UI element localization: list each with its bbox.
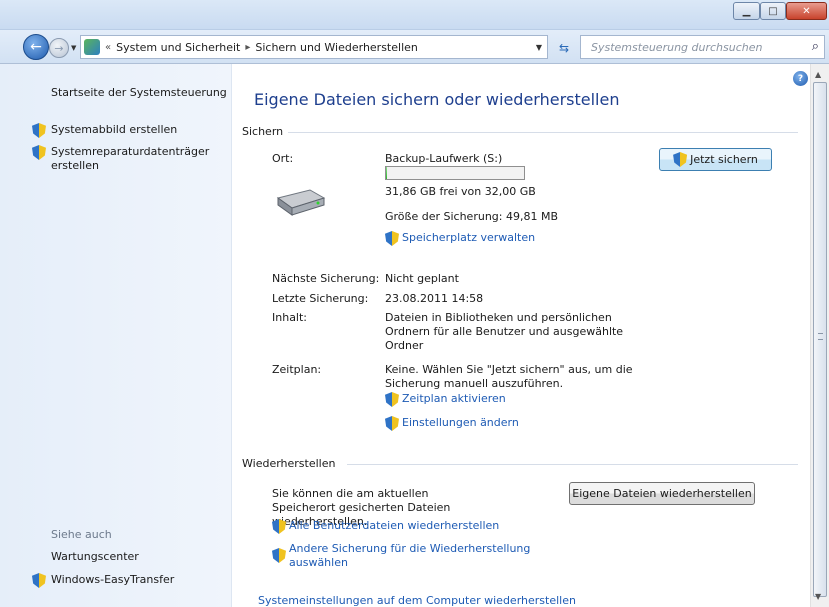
enable-schedule-link[interactable]: Zeitplan aktivieren [385, 392, 506, 407]
navigation-bar: ← → ▼ « System und Sicherheit ▸ Sichern … [0, 30, 829, 64]
shield-icon [385, 416, 399, 431]
breadcrumb-overflow[interactable]: « [105, 42, 111, 53]
shield-icon [272, 519, 286, 534]
search-icon[interactable]: ⌕ [812, 39, 819, 54]
sidebar-item-easy-transfer[interactable]: Windows-EasyTransfer [51, 573, 174, 587]
forward-button[interactable]: → [49, 38, 69, 58]
history-dropdown-icon[interactable]: ▼ [71, 44, 76, 52]
control-panel-icon [84, 39, 100, 55]
maximize-button[interactable]: □ [760, 2, 786, 20]
search-placeholder: Systemsteuerung durchsuchen [591, 40, 763, 54]
shield-icon [385, 231, 399, 246]
scrollbar-thumb[interactable] [813, 82, 827, 597]
backup-size-text: Größe der Sicherung: 49,81 MB [385, 210, 558, 223]
schedule-label: Zeitplan: [272, 363, 322, 376]
last-backup-value: 23.08.2011 14:58 [385, 292, 484, 305]
location-label: Ort: [272, 152, 294, 165]
shield-icon [32, 145, 46, 160]
select-other-backup-label: Andere Sicherung für die Wiederherstellu… [289, 542, 531, 569]
search-input[interactable]: Systemsteuerung durchsuchen ⌕ [580, 35, 825, 59]
divider [288, 132, 798, 133]
maximize-icon: □ [768, 5, 778, 17]
shield-icon [272, 548, 286, 563]
manage-space-label: Speicherplatz verwalten [402, 231, 536, 244]
help-icon: ? [797, 73, 804, 84]
backup-now-button[interactable]: Jetzt sichern [659, 148, 772, 171]
restore-my-files-button[interactable]: Eigene Dateien wiederherstellen [569, 482, 755, 505]
close-button[interactable]: ✕ [786, 2, 827, 20]
backup-now-label: Jetzt sichern [690, 153, 758, 166]
shield-icon [673, 152, 688, 167]
next-backup-value: Nicht geplant [385, 272, 459, 285]
contents-value: Dateien in Bibliotheken und persönlichen… [385, 311, 624, 352]
main-content: Eigene Dateien sichern oder wiederherste… [232, 64, 810, 607]
scroll-down-icon[interactable]: ▼ [815, 592, 821, 601]
sidebar-home-link[interactable]: Startseite der Systemsteuerung [51, 86, 227, 99]
enable-schedule-label: Zeitplan aktivieren [402, 392, 506, 405]
free-space-text: 31,86 GB frei von 32,00 GB [385, 185, 536, 198]
vertical-scrollbar[interactable]: ▲ ▼ [810, 64, 829, 607]
change-settings-label: Einstellungen ändern [402, 416, 519, 429]
shield-icon [32, 123, 46, 138]
shield-icon [32, 573, 46, 588]
disk-usage-bar [385, 166, 525, 180]
minimize-button[interactable]: ▁ [733, 2, 760, 20]
address-dropdown-icon[interactable]: ▼ [536, 43, 542, 52]
window-title-bar: ▁ □ ✕ [0, 0, 829, 30]
breadcrumb-separator-icon[interactable]: ▸ [245, 42, 250, 53]
backup-section-heading: Sichern [242, 125, 284, 138]
breadcrumb-backup-restore[interactable]: Sichern und Wiederherstellen [255, 41, 418, 54]
sidebar-item-repair-disc[interactable]: Systemreparaturdatenträger erstellen [51, 145, 221, 173]
back-button[interactable]: ← [23, 34, 49, 60]
restore-section-heading: Wiederherstellen [242, 457, 336, 470]
restore-my-files-label: Eigene Dateien wiederherstellen [572, 487, 752, 500]
contents-label: Inhalt: [272, 311, 308, 324]
address-bar[interactable]: « System und Sicherheit ▸ Sichern und Wi… [80, 35, 548, 59]
sidebar: Startseite der Systemsteuerung Systemabb… [0, 64, 232, 607]
location-value: Backup-Laufwerk (S:) [385, 152, 503, 165]
sidebar-item-system-image[interactable]: Systemabbild erstellen [51, 123, 177, 137]
disk-usage-fill [386, 167, 387, 179]
breadcrumb-system-security[interactable]: System und Sicherheit [116, 41, 240, 54]
back-arrow-icon: ← [30, 39, 42, 55]
page-title: Eigene Dateien sichern oder wiederherste… [254, 90, 620, 109]
drive-icon [276, 189, 326, 216]
scrollbar-grip [818, 333, 823, 340]
see-also-heading: Siehe auch [51, 528, 112, 541]
last-backup-label: Letzte Sicherung: [272, 292, 369, 305]
refresh-icon: ⇆ [558, 41, 570, 55]
divider [347, 464, 798, 465]
help-button[interactable]: ? [793, 71, 808, 86]
manage-space-link[interactable]: Speicherplatz verwalten [385, 231, 536, 246]
refresh-button[interactable]: ⇆ [552, 39, 576, 57]
schedule-value: Keine. Wählen Sie "Jetzt sichern" aus, u… [385, 363, 633, 390]
system-restore-link[interactable]: Systemeinstellungen auf dem Computer wie… [258, 594, 576, 607]
select-other-backup-link[interactable]: Andere Sicherung für die Wiederherstellu… [272, 542, 552, 570]
sidebar-item-action-center[interactable]: Wartungscenter [51, 550, 139, 564]
shield-icon [385, 392, 399, 407]
next-backup-label: Nächste Sicherung: [272, 272, 380, 285]
forward-arrow-icon: → [54, 41, 64, 55]
change-settings-link[interactable]: Einstellungen ändern [385, 416, 519, 431]
scroll-up-icon[interactable]: ▲ [815, 70, 821, 79]
minimize-icon: ▁ [742, 5, 751, 17]
restore-all-users-label: Alle Benutzerdateien wiederherstellen [289, 519, 500, 532]
restore-all-users-link[interactable]: Alle Benutzerdateien wiederherstellen [272, 519, 500, 534]
close-icon: ✕ [802, 5, 811, 17]
